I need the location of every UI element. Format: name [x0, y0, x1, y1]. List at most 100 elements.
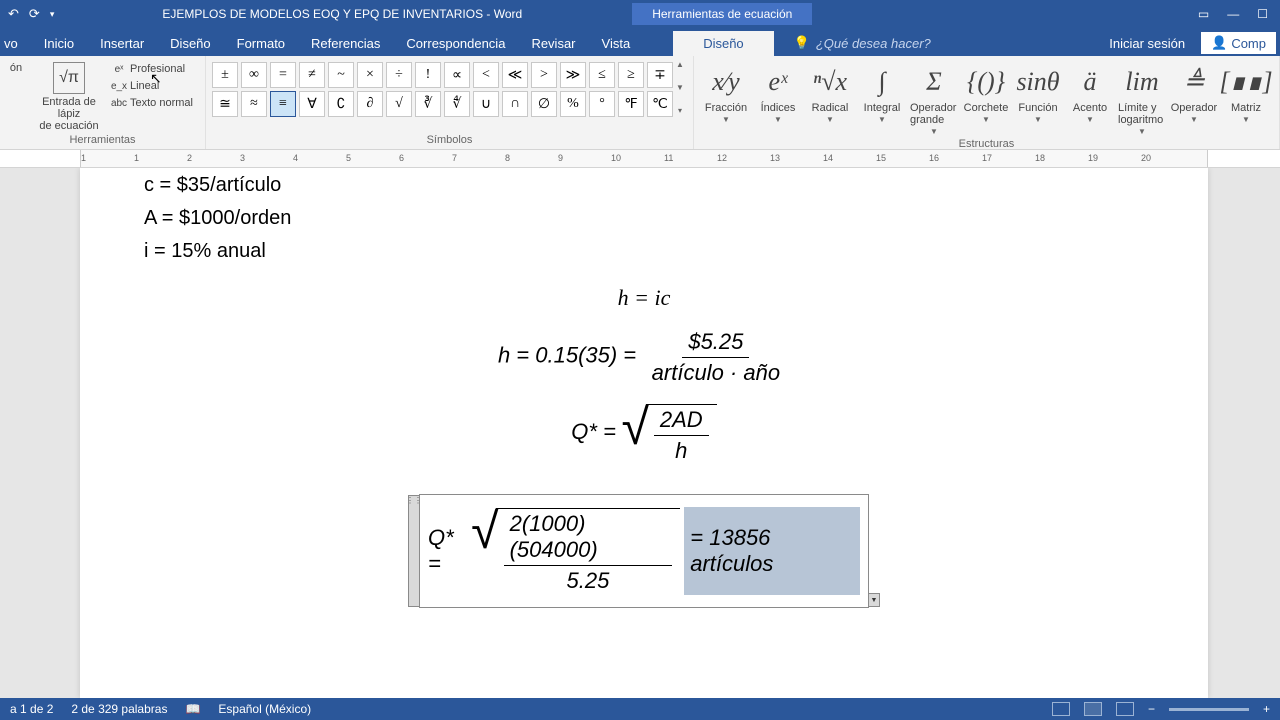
tab-correspondencia[interactable]: Correspondencia: [393, 31, 518, 56]
symbols-scroll-up-icon[interactable]: ▲: [673, 60, 687, 69]
symbols-more-icon[interactable]: ▾: [673, 106, 687, 115]
quick-access-toolbar: ↶ ⟳ ▾: [0, 6, 62, 22]
print-layout-button[interactable]: [1084, 702, 1102, 716]
zoom-slider[interactable]: [1169, 708, 1249, 711]
entrada-lapiz-button[interactable]: √π Entrada de lápiz de ecuación: [30, 58, 108, 132]
zoom-in-button[interactable]: +: [1263, 702, 1270, 716]
symbol-∩[interactable]: ∩: [502, 91, 528, 117]
ribbon-group-simbolos: ±∞=≠~×÷!∝<≪>≫≤≥∓≅≈≡∀∁∂√∛∜∪∩∅%°℉℃ ▲ ▼ ▾ S…: [206, 56, 694, 149]
zoom-out-button[interactable]: −: [1148, 702, 1155, 716]
word-count[interactable]: 2 de 329 palabras: [71, 702, 167, 716]
ribbon-options-icon[interactable]: ▭: [1198, 7, 1209, 21]
symbol-∀[interactable]: ∀: [299, 91, 325, 117]
maximize-icon[interactable]: ☐: [1257, 7, 1268, 21]
symbols-scroll-down-icon[interactable]: ▼: [673, 83, 687, 92]
tab-diseno-equation[interactable]: Diseño: [673, 31, 773, 56]
symbol-≤[interactable]: ≤: [589, 62, 615, 88]
language-indicator[interactable]: Español (México): [218, 702, 311, 716]
symbol-~[interactable]: ~: [328, 62, 354, 88]
symbol-℉[interactable]: ℉: [618, 91, 644, 117]
symbol-÷[interactable]: ÷: [386, 62, 412, 88]
structure-índices[interactable]: eˣÍndices▼: [752, 62, 804, 136]
tab-insertar[interactable]: Insertar: [87, 31, 157, 56]
tab-formato[interactable]: Formato: [224, 31, 298, 56]
body-text-block[interactable]: c = $35/artículo A = $1000/orden i = 15%…: [144, 170, 1144, 267]
symbol-∛[interactable]: ∛: [415, 91, 441, 117]
symbol-=[interactable]: =: [270, 62, 296, 88]
equation-q-formula[interactable]: Q* = √2ADh: [144, 404, 1144, 464]
sign-in-link[interactable]: Iniciar sesión: [1097, 31, 1197, 56]
ecuacion-button[interactable]: ón: [6, 58, 26, 132]
text-line-a[interactable]: A = $1000/orden: [144, 203, 1144, 234]
active-equation[interactable]: ⋮⋮ Q* = √2(1000)(504000)5.25 = 13856 art…: [419, 494, 869, 608]
qat-more-icon[interactable]: ▾: [50, 9, 55, 20]
lineal-button[interactable]: e_xLineal: [112, 79, 193, 93]
tab-partial[interactable]: vo: [0, 31, 31, 56]
ruler-tick: 13: [770, 153, 780, 163]
symbol-%[interactable]: %: [560, 91, 586, 117]
symbol-≅[interactable]: ≅: [212, 91, 238, 117]
tab-revisar[interactable]: Revisar: [518, 31, 588, 56]
ribbon-group-herramientas: ón √π Entrada de lápiz de ecuación eˣPro…: [0, 56, 206, 149]
horizontal-ruler[interactable]: 11234567891011121314151617181920: [0, 150, 1280, 168]
symbol-°[interactable]: °: [589, 91, 615, 117]
ruler-tick: 20: [1141, 153, 1151, 163]
texto-normal-button[interactable]: abcTexto normal: [112, 96, 193, 110]
tab-inicio[interactable]: Inicio: [31, 31, 87, 56]
symbol-℃[interactable]: ℃: [647, 91, 673, 117]
ribbon-group-estructuras: x⁄yFracción▼eˣÍndices▼ⁿ√xRadical▼∫Integr…: [694, 56, 1280, 149]
symbol-√[interactable]: √: [386, 91, 412, 117]
structure-acento[interactable]: äAcento▼: [1064, 62, 1116, 136]
symbol-≪[interactable]: ≪: [502, 62, 528, 88]
page-indicator[interactable]: a 1 de 2: [10, 702, 53, 716]
equation-h-calc[interactable]: h = 0.15(35) = $5.25artículo · año: [144, 329, 1144, 386]
web-layout-button[interactable]: [1116, 702, 1134, 716]
structure-corchete[interactable]: {()}Corchete▼: [960, 62, 1012, 136]
equation-h-ic[interactable]: h = ic: [144, 285, 1144, 311]
equation-tools-tab: Herramientas de ecuación: [632, 3, 812, 25]
text-line-c[interactable]: c = $35/artículo: [144, 170, 1144, 201]
tell-me-search[interactable]: 💡¿Qué desea hacer?: [784, 30, 941, 56]
structure-fracción[interactable]: x⁄yFracción▼: [700, 62, 752, 136]
read-mode-button[interactable]: [1052, 702, 1070, 716]
text-line-i[interactable]: i = 15% anual: [144, 236, 1144, 267]
structure-operador[interactable]: ΣOperador grande▼: [908, 62, 960, 136]
symbol-∂[interactable]: ∂: [357, 91, 383, 117]
symbol-∝[interactable]: ∝: [444, 62, 470, 88]
symbol-×[interactable]: ×: [357, 62, 383, 88]
symbol-<[interactable]: <: [473, 62, 499, 88]
spellcheck-icon[interactable]: 📖: [185, 702, 200, 716]
symbol-≈[interactable]: ≈: [241, 91, 267, 117]
tab-vista[interactable]: Vista: [589, 31, 644, 56]
equation-options-dropdown[interactable]: ▼: [868, 593, 880, 607]
symbol-∓[interactable]: ∓: [647, 62, 673, 88]
symbol-∜[interactable]: ∜: [444, 91, 470, 117]
symbol-∞[interactable]: ∞: [241, 62, 267, 88]
structure-función[interactable]: sinθFunción▼: [1012, 62, 1064, 136]
tab-diseno[interactable]: Diseño: [157, 31, 223, 56]
symbol-≫[interactable]: ≫: [560, 62, 586, 88]
symbol-∪[interactable]: ∪: [473, 91, 499, 117]
structure-integral[interactable]: ∫Integral▼: [856, 62, 908, 136]
window-controls: ▭ — ☐: [1198, 7, 1280, 21]
symbol-∁[interactable]: ∁: [328, 91, 354, 117]
structure-matriz[interactable]: [∎∎]Matriz▼: [1220, 62, 1272, 136]
redo-icon[interactable]: ⟳: [29, 6, 40, 22]
symbol-![interactable]: !: [415, 62, 441, 88]
structure-radical[interactable]: ⁿ√xRadical▼: [804, 62, 856, 136]
symbol-±[interactable]: ±: [212, 62, 238, 88]
equation-move-handle[interactable]: ⋮⋮: [408, 495, 420, 607]
share-button[interactable]: 👤Comp: [1201, 32, 1276, 54]
symbol-∅[interactable]: ∅: [531, 91, 557, 117]
symbol-≥[interactable]: ≥: [618, 62, 644, 88]
symbol->[interactable]: >: [531, 62, 557, 88]
minimize-icon[interactable]: —: [1227, 7, 1239, 21]
tab-referencias[interactable]: Referencias: [298, 31, 393, 56]
profesional-button[interactable]: eˣProfesional: [112, 62, 193, 76]
structure-operador[interactable]: ≜Operador▼: [1168, 62, 1220, 136]
symbol-≠[interactable]: ≠: [299, 62, 325, 88]
document-page[interactable]: c = $35/artículo A = $1000/orden i = 15%…: [80, 168, 1208, 698]
undo-icon[interactable]: ↶: [8, 6, 19, 22]
structure-límite[interactable]: limLímite y logaritmo▼: [1116, 62, 1168, 136]
symbol-≡[interactable]: ≡: [270, 91, 296, 117]
